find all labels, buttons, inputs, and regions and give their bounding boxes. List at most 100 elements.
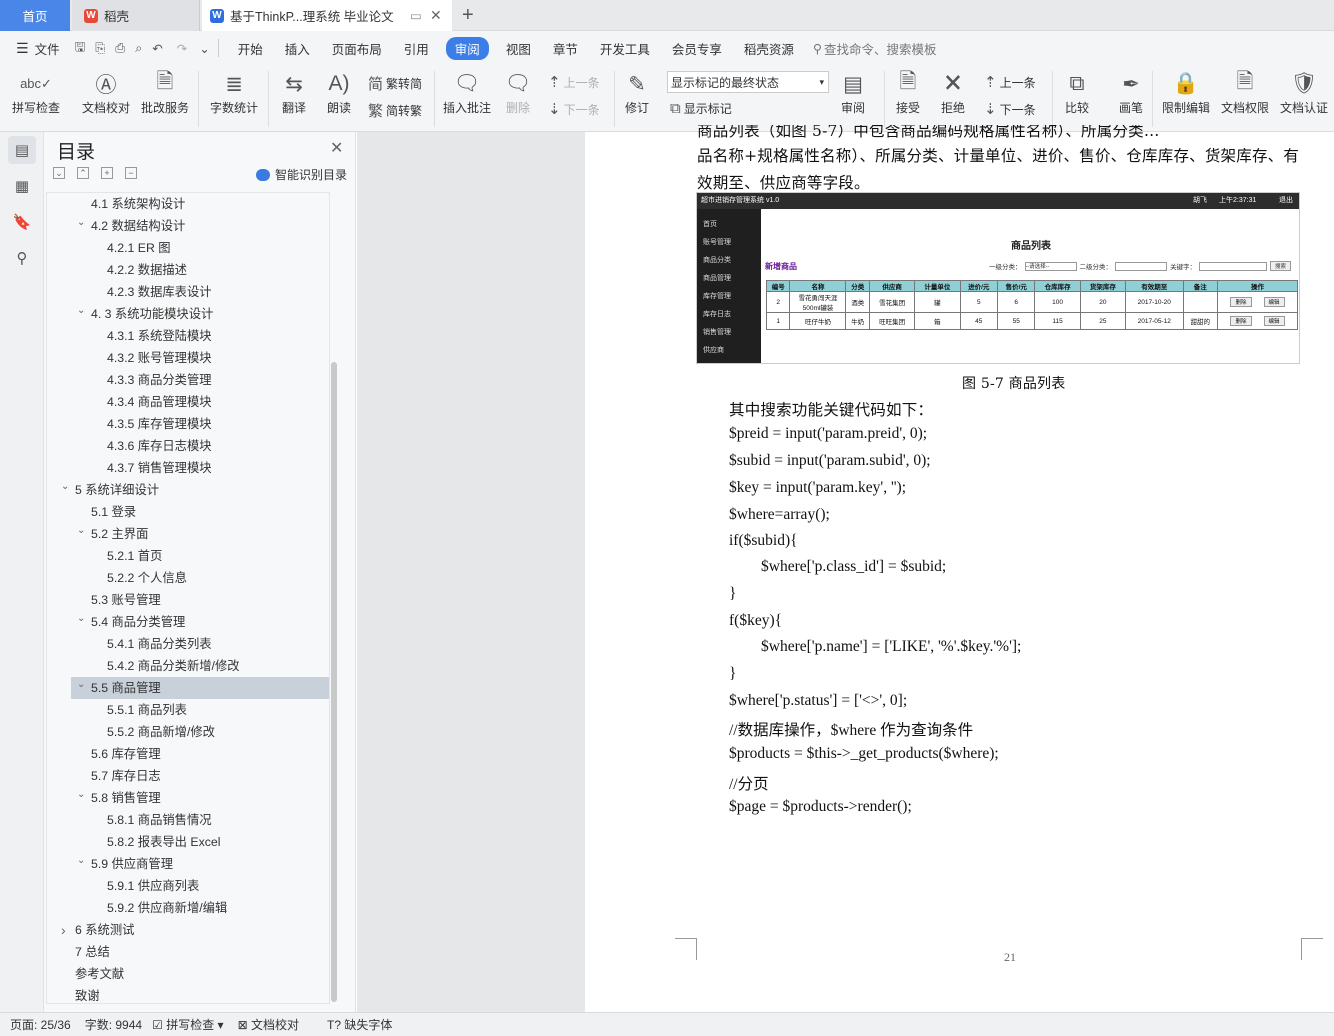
reject-button[interactable]: 🗙 拒绝 [938, 69, 968, 116]
next-comment-button[interactable]: ⇣ 下一条 [548, 100, 600, 118]
toc-item[interactable]: 4.1 系统架构设计 [47, 193, 329, 215]
trad-to-simp-button[interactable]: 简繁转简 [368, 73, 422, 94]
toc-item[interactable]: 5.5.2 商品新增/修改 [47, 721, 329, 743]
ink-button[interactable]: ✒ 画笔 [1116, 69, 1146, 116]
toc-item[interactable]: 4.3.3 商品分类管理 [47, 369, 329, 391]
doc-cert-button[interactable]: 🛡 文档认证 [1280, 69, 1328, 116]
menu-review[interactable]: 审阅 [445, 36, 489, 60]
spell-check-status[interactable]: ☑ 拼写检查 ▾ [152, 1016, 223, 1033]
smart-toc-button[interactable]: 智能识别目录 [256, 166, 347, 183]
toc-item[interactable]: 5.4.1 商品分类列表 [47, 633, 329, 655]
figure-product-list[interactable]: 超市进销存管理系统 v1.0 胡飞 上午2:37:31 退出 首页 账号管理 商… [696, 192, 1300, 364]
toc-item[interactable]: ⌄ 4.2 数据结构设计 [47, 215, 329, 237]
toc-item[interactable]: ⌄ 5.9 供应商管理 [47, 853, 329, 875]
menu-daoke[interactable]: 稻壳资源 [744, 39, 794, 58]
tab-close-icon[interactable]: ✕ [430, 7, 442, 24]
missing-font-status[interactable]: T? 缺失字体 [327, 1016, 392, 1033]
toc-item[interactable]: 5.4.2 商品分类新增/修改 [47, 655, 329, 677]
delete-comment-button[interactable]: 🗨 删除 [503, 69, 533, 116]
insert-comment-button[interactable]: 🗨 插入批注 [443, 69, 491, 116]
restrict-edit-button[interactable]: 🔒 限制编辑 [1162, 69, 1210, 116]
toc-item[interactable]: 5.5.1 商品列表 [47, 699, 329, 721]
menu-file[interactable]: 文件 [35, 39, 60, 58]
word-count[interactable]: 字数: 9944 [85, 1016, 142, 1033]
compare-button[interactable]: ⧉ 比较 [1062, 69, 1092, 116]
collapse-all-icon[interactable]: ⌄ [53, 167, 65, 179]
save-icon[interactable]: 🖫 [75, 38, 86, 59]
toc-item[interactable]: 5.2.2 个人信息 [47, 567, 329, 589]
toc-item[interactable]: 4.3.5 库存管理模块 [47, 413, 329, 435]
toc-item[interactable]: 4.2.2 数据描述 [47, 259, 329, 281]
toc-item[interactable]: 5.6 库存管理 [47, 743, 329, 765]
menu-insert[interactable]: 插入 [285, 39, 310, 58]
redo-icon[interactable]: ↷ [177, 41, 187, 56]
tab-daoke[interactable]: W 稻壳 [72, 0, 200, 31]
read-aloud-button[interactable]: A) 朗读 [324, 69, 354, 116]
toc-item[interactable]: ⌄ 4. 3 系统功能模块设计 [47, 303, 329, 325]
new-tab-button[interactable]: + [462, 0, 474, 31]
markup-state-select[interactable]: 显示标记的最终状态 ▾ [667, 71, 829, 93]
command-search-input[interactable]: 查找命令、搜索模板 [824, 39, 937, 58]
more-icon[interactable]: ⌄ [199, 41, 209, 56]
toc-item[interactable]: 4.3.6 库存日志模块 [47, 435, 329, 457]
toc-item[interactable]: 5.2.1 首页 [47, 545, 329, 567]
toc-item[interactable]: 4.3.2 账号管理模块 [47, 347, 329, 369]
menu-member[interactable]: 会员专享 [672, 39, 722, 58]
menu-section[interactable]: 章节 [553, 39, 578, 58]
menu-devtools[interactable]: 开发工具 [600, 39, 650, 58]
prev-change-button[interactable]: ⇡ 上一条 [984, 73, 1036, 91]
next-change-button[interactable]: ⇣ 下一条 [984, 100, 1036, 118]
proof-status[interactable]: ⊠ 文档校对 [238, 1016, 299, 1033]
find-icon[interactable]: ⚲ [8, 244, 36, 272]
toc-item[interactable]: 5.8.1 商品销售情况 [47, 809, 329, 831]
toc-item[interactable]: ⌄ 5.8 销售管理 [47, 787, 329, 809]
print-icon[interactable]: ⎙ [115, 41, 125, 56]
spell-check-button[interactable]: abc✓ 拼写检查 [12, 69, 60, 116]
expand-all-icon[interactable]: ⌃ [77, 167, 89, 179]
menu-view[interactable]: 视图 [506, 39, 531, 58]
toc-panel-icon[interactable]: ▤ [8, 136, 36, 164]
chevron-down-icon[interactable]: ⌄ [77, 212, 85, 234]
chevron-down-icon[interactable]: ⌄ [77, 608, 85, 630]
chevron-right-icon[interactable]: › [61, 919, 66, 941]
hamburger-icon[interactable]: ☰ [16, 40, 29, 57]
close-icon[interactable]: ✕ [330, 138, 343, 158]
preview-icon[interactable]: ⌕ [135, 41, 142, 56]
add-heading-icon[interactable]: + [101, 167, 113, 179]
translate-button[interactable]: ⇆ 翻译 [279, 69, 309, 116]
chapter-nav-icon[interactable]: ▦ [8, 172, 36, 200]
toc-item[interactable]: ⌄ 5 系统详细设计 [47, 479, 329, 501]
doc-permission-button[interactable]: 🗎 文档权限 [1221, 69, 1269, 116]
toc-item[interactable]: 4.2.1 ER 图 [47, 237, 329, 259]
toc-item[interactable]: 5.9.1 供应商列表 [47, 875, 329, 897]
export-icon[interactable]: ⎘ [95, 41, 105, 56]
track-changes-button[interactable]: ✎ 修订 [622, 69, 652, 116]
accept-button[interactable]: 🗎 接受 [893, 69, 923, 116]
toc-item[interactable]: 7 总结 [47, 941, 329, 963]
batch-service-button[interactable]: 🗎 批改服务 [141, 69, 189, 116]
toc-item[interactable]: ⌄ 5.4 商品分类管理 [47, 611, 329, 633]
toc-item[interactable]: ⌄ 5.2 主界面 [47, 523, 329, 545]
toc-item[interactable]: 致谢 [47, 985, 329, 1007]
toc-item[interactable]: ⌄ 5.5 商品管理 [71, 677, 329, 699]
toc-item[interactable]: 5.8.2 报表导出 Excel [47, 831, 329, 853]
remove-heading-icon[interactable]: − [125, 167, 137, 179]
toc-item[interactable]: › 6 系统测试 [47, 919, 329, 941]
menu-reference[interactable]: 引用 [404, 39, 429, 58]
chevron-down-icon[interactable]: ⌄ [77, 784, 85, 806]
show-markup-button[interactable]: ⧉ 显示标记 [670, 100, 732, 117]
chevron-down-icon[interactable]: ⌄ [61, 476, 69, 498]
toc-item[interactable]: 4.3.7 销售管理模块 [47, 457, 329, 479]
chevron-down-icon[interactable]: ⌄ [77, 850, 85, 872]
chevron-down-icon[interactable]: ⌄ [77, 674, 85, 696]
review-pane-button[interactable]: ▤ 审阅 [838, 69, 868, 116]
page-count[interactable]: 页面: 25/36 [10, 1016, 71, 1033]
simp-to-trad-button[interactable]: 繁简转繁 [368, 100, 422, 121]
pin-icon[interactable]: ▭ [410, 8, 422, 23]
toc-item[interactable]: 5.7 库存日志 [47, 765, 329, 787]
toc-item[interactable]: 5.1 登录 [47, 501, 329, 523]
toc-item[interactable]: 参考文献 [47, 963, 329, 985]
chevron-down-icon[interactable]: ⌄ [77, 520, 85, 542]
undo-icon[interactable]: ↶ [152, 41, 162, 56]
toc-scrollbar[interactable] [331, 362, 337, 1002]
